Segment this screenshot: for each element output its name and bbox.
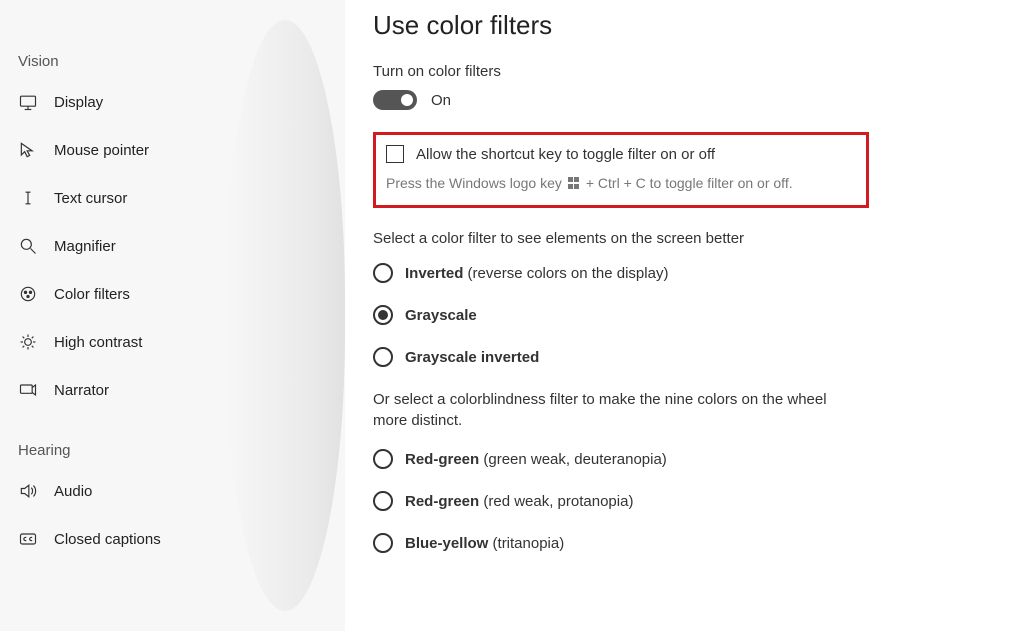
magnifier-icon [18,236,38,256]
high-contrast-icon [18,332,38,352]
color-filters-icon [18,284,38,304]
shortcut-checkbox-row: Allow the shortcut key to toggle filter … [386,145,854,163]
shortcut-hint-pre: Press the Windows logo key [386,175,562,191]
closed-captions-icon [18,529,38,549]
radio-red-green-protanopia[interactable]: Red-green (red weak, protanopia) [373,491,1004,511]
toggle-knob [401,94,413,106]
sidebar-item-label: Closed captions [54,531,161,548]
main-content: Use color filters Turn on color filters … [345,0,1024,631]
radio-label: Inverted (reverse colors on the display) [405,265,668,282]
radio-label: Grayscale [405,307,477,324]
sidebar-section-vision-title: Vision [0,45,345,78]
filter-section-heading: Select a color filter to see elements on… [373,230,1004,247]
radio-button[interactable] [373,533,393,553]
toggle-section-label: Turn on color filters [373,63,1004,80]
sidebar-item-label: Narrator [54,382,109,399]
sidebar-section-hearing-title: Hearing [0,434,345,467]
colorblind-section-heading: Or select a colorblindness filter to mak… [373,389,833,431]
shortcut-highlight-box: Allow the shortcut key to toggle filter … [373,132,869,208]
sidebar-item-mouse-pointer[interactable]: Mouse pointer [0,126,345,174]
shortcut-hint: Press the Windows logo key + Ctrl + C to… [386,175,854,191]
sidebar-item-magnifier[interactable]: Magnifier [0,222,345,270]
audio-icon [18,481,38,501]
sidebar-item-closed-captions[interactable]: Closed captions [0,515,345,563]
radio-label: Grayscale inverted [405,349,539,366]
radio-button[interactable] [373,347,393,367]
radio-red-green-deuteranopia[interactable]: Red-green (green weak, deuteranopia) [373,449,1004,469]
sidebar-item-color-filters[interactable]: Color filters [0,270,345,318]
radio-label: Red-green (red weak, protanopia) [405,493,633,510]
display-icon [18,92,38,112]
radio-button[interactable] [373,449,393,469]
sidebar-item-high-contrast[interactable]: High contrast [0,318,345,366]
toggle-row: On [373,90,1004,110]
shortcut-checkbox[interactable] [386,145,404,163]
toggle-state-label: On [431,92,451,109]
sidebar-item-narrator[interactable]: Narrator [0,366,345,414]
radio-grayscale[interactable]: Grayscale [373,305,1004,325]
windows-logo-icon [568,177,580,189]
sidebar-item-label: Audio [54,483,92,500]
text-cursor-icon [18,188,38,208]
radio-grayscale-inverted[interactable]: Grayscale inverted [373,347,1004,367]
shortcut-hint-post: + Ctrl + C to toggle filter on or off. [586,175,793,191]
shortcut-checkbox-label: Allow the shortcut key to toggle filter … [416,146,715,163]
radio-label: Red-green (green weak, deuteranopia) [405,451,667,468]
sidebar-item-label: Magnifier [54,238,116,255]
sidebar-item-display[interactable]: Display [0,78,345,126]
radio-label: Blue-yellow (tritanopia) [405,535,564,552]
sidebar-item-audio[interactable]: Audio [0,467,345,515]
radio-button[interactable] [373,491,393,511]
radio-inverted[interactable]: Inverted (reverse colors on the display) [373,263,1004,283]
radio-blue-yellow-tritanopia[interactable]: Blue-yellow (tritanopia) [373,533,1004,553]
page-title: Use color filters [373,10,1004,41]
sidebar: Vision Display Mouse pointer Text cursor… [0,0,345,631]
sidebar-item-label: Mouse pointer [54,142,149,159]
radio-button[interactable] [373,263,393,283]
sidebar-item-label: Display [54,94,103,111]
color-filters-toggle[interactable] [373,90,417,110]
sidebar-item-label: High contrast [54,334,142,351]
mouse-pointer-icon [18,140,38,160]
sidebar-item-label: Color filters [54,286,130,303]
narrator-icon [18,380,38,400]
sidebar-item-label: Text cursor [54,190,127,207]
radio-button[interactable] [373,305,393,325]
sidebar-item-text-cursor[interactable]: Text cursor [0,174,345,222]
